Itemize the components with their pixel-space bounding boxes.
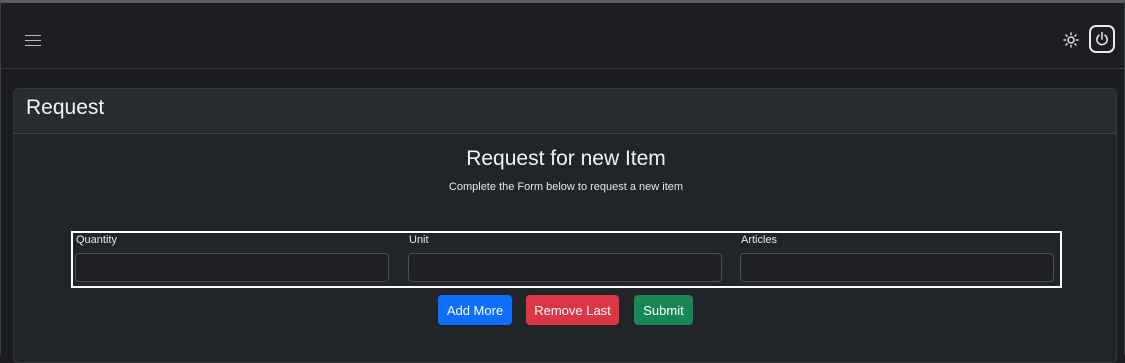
form-subtitle: Complete the Form below to request a new… — [448, 181, 684, 193]
add-more-button[interactable]: Add More — [438, 295, 512, 325]
card-title: Request — [26, 96, 105, 119]
quantity-label: Quantity — [76, 234, 117, 246]
articles-input[interactable] — [740, 253, 1054, 282]
unit-input[interactable] — [408, 253, 722, 282]
power-button[interactable] — [1089, 25, 1115, 53]
form-title: Request for new Item — [466, 147, 666, 170]
quantity-input[interactable] — [75, 253, 389, 282]
hamburger-menu-icon[interactable] — [25, 35, 41, 47]
card-header: Request — [14, 89, 1116, 134]
app-window: Request Request for new Item Complete th… — [0, 0, 1125, 363]
power-icon — [1096, 31, 1108, 46]
request-card: Request Request for new Item Complete th… — [13, 88, 1117, 363]
articles-label: Articles — [741, 234, 778, 246]
unit-label: Unit — [409, 234, 429, 246]
remove-last-button[interactable]: Remove Last — [526, 295, 619, 325]
item-fields-row: Quantity Unit Articles — [71, 231, 1062, 288]
sun-icon[interactable] — [1063, 32, 1079, 48]
submit-button[interactable]: Submit — [634, 295, 693, 325]
top-navbar — [2, 6, 1124, 69]
